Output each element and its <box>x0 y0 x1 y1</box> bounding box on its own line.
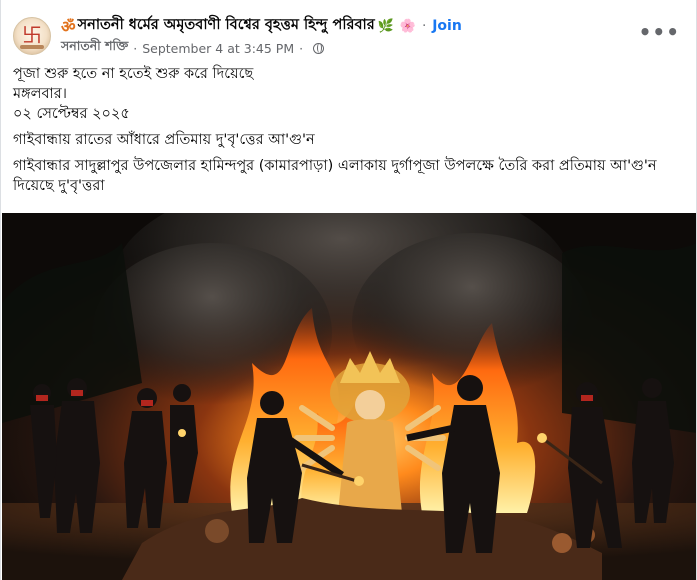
post-card: 卐 ॐ সনাতনী ধর্মের অমৃতবাণী বিশ্বের বৃহত্… <box>0 0 697 580</box>
leaf-emoji: 🌿 <box>377 18 394 34</box>
post-text: পূজা শুরু হতে না হতেই শুরু করে দিয়েছে ম… <box>13 64 685 196</box>
post-text-line: ০২ সেপ্টেম্বর ২০২৫ <box>13 106 130 122</box>
author-link[interactable]: সনাতনী শক্তি <box>61 38 128 58</box>
post-text-line: পূজা শুরু হতে না হতেই শুরু করে দিয়েছে <box>13 66 254 82</box>
post-header: 卐 ॐ সনাতনী ধর্মের অমৃতবাণী বিশ্বের বৃহত্… <box>1 0 696 62</box>
more-options-icon[interactable]: ••• <box>639 22 680 42</box>
meta-separator-2: · <box>299 40 304 56</box>
flower-emoji: 🌸 <box>399 18 417 34</box>
separator-dot: · <box>422 18 427 34</box>
group-name-link[interactable]: সনাতনী ধর্মের অমৃতবাণী বিশ্বের বৃহত্তম হ… <box>78 14 375 38</box>
om-icon: ॐ <box>61 17 76 36</box>
post-photo[interactable] <box>2 213 696 580</box>
post-text-line: গাইবান্ধার সাদুল্লাপুর উপজেলার হামিন্দপু… <box>13 158 657 194</box>
swastika-icon: 卐 <box>22 23 42 47</box>
group-avatar[interactable]: 卐 <box>13 17 51 55</box>
globe-icon <box>313 42 325 54</box>
avatar-base <box>20 45 44 49</box>
fire-scene-illustration <box>2 213 696 580</box>
title-row: ॐ সনাতনী ধর্মের অমৃতবাণী বিশ্বের বৃহত্তম… <box>61 16 462 36</box>
post-timestamp[interactable]: September 4 at 3:45 PM <box>142 41 294 56</box>
post-text-line: গাইবান্ধায় রাতের আঁধারে প্রতিমায় দু'বৃ… <box>13 132 315 148</box>
post-text-line: মঙ্গলবার। <box>13 86 67 102</box>
meta-separator: · <box>133 40 138 56</box>
join-button[interactable]: Join <box>432 18 462 34</box>
meta-row: সনাতনী শক্তি · September 4 at 3:45 PM · <box>61 38 325 58</box>
